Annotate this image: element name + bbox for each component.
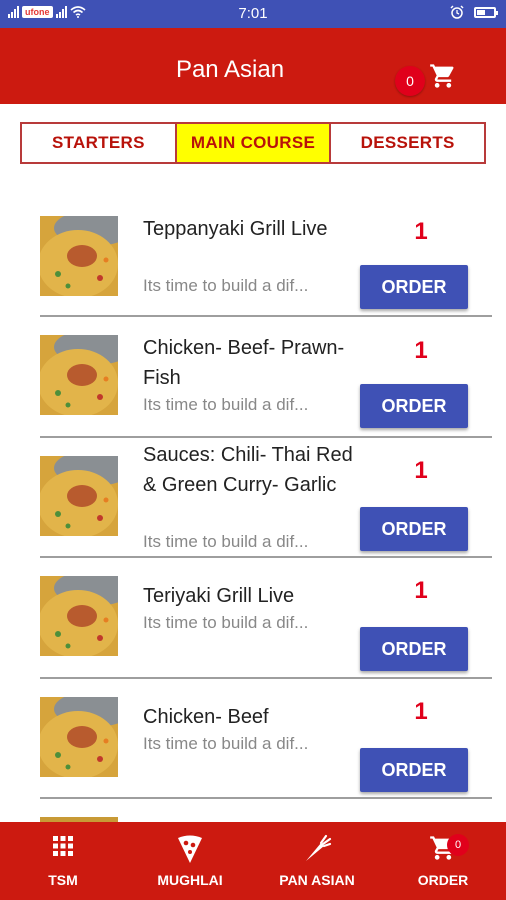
item-quantity: 1 <box>414 698 428 725</box>
cart-count-badge: 0 <box>395 66 425 96</box>
list-item: Teriyaki Grill Live Its time to build a … <box>40 558 492 679</box>
order-button[interactable]: ORDER <box>360 265 468 309</box>
food-image <box>40 216 118 296</box>
app-bar: Pan Asian 0 <box>0 28 506 104</box>
list-item: Teppanyaki Grill Live Its time to build … <box>40 198 492 317</box>
food-thumbnail <box>40 697 118 777</box>
alarm-icon <box>450 5 464 19</box>
list-item: Chicken- Beef- Prawn- Fish Its time to b… <box>40 317 492 438</box>
cart-button[interactable] <box>428 62 462 92</box>
item-name: Chicken- Beef <box>143 706 269 728</box>
list-item: Chicken- Beef Its time to build a dif...… <box>40 679 492 799</box>
list-item: Sauces: Chili- Thai Red & Green Curry- G… <box>40 438 492 558</box>
bottom-navigation: TSM MUGHLAI PAN ASIAN 0 ORDER <box>0 822 506 900</box>
cart-icon <box>380 834 506 866</box>
item-name: Chicken- Beef- Prawn- Fish <box>143 337 345 389</box>
food-image <box>40 456 118 536</box>
food-image <box>40 576 118 656</box>
order-button[interactable]: ORDER <box>360 384 468 428</box>
order-button[interactable]: ORDER <box>360 507 468 551</box>
order-count-badge: 0 <box>447 834 469 856</box>
nav-label: MUGHLAI <box>157 872 223 888</box>
food-thumbnail <box>40 456 118 536</box>
item-description: Its time to build a dif... <box>143 734 309 753</box>
item-description: Its time to build a dif... <box>143 613 309 632</box>
grid-icon <box>0 834 126 866</box>
tab-desserts[interactable]: DESSERTS <box>331 124 484 162</box>
item-quantity: 1 <box>414 457 428 484</box>
tab-starters[interactable]: STARTERS <box>22 124 177 162</box>
item-description: Its time to build a dif... <box>143 395 309 414</box>
battery-icon <box>474 6 498 18</box>
nav-label: ORDER <box>417 872 469 888</box>
menu-list: Teppanyaki Grill Live Its time to build … <box>40 198 492 829</box>
food-image <box>40 335 118 415</box>
item-name: Teriyaki Grill Live <box>143 585 295 607</box>
page-title: Pan Asian <box>175 56 285 83</box>
item-name: Sauces: Chili- Thai Red & Green Curry- G… <box>143 444 353 496</box>
item-quantity: 1 <box>414 218 428 245</box>
pizza-icon <box>127 834 253 866</box>
food-thumbnail <box>40 216 118 296</box>
nav-label: TSM <box>48 872 78 888</box>
cart-icon <box>430 64 454 88</box>
category-tabs: STARTERS MAIN COURSE DESSERTS <box>20 122 486 164</box>
order-button[interactable]: ORDER <box>360 748 468 792</box>
order-button[interactable]: ORDER <box>360 627 468 671</box>
nav-order[interactable]: 0 ORDER <box>380 822 506 900</box>
item-description: Its time to build a dif... <box>143 276 309 295</box>
status-bar: ufone 7:01 <box>0 0 506 28</box>
food-image <box>40 697 118 777</box>
tab-main-course[interactable]: MAIN COURSE <box>176 124 332 162</box>
food-thumbnail <box>40 576 118 656</box>
item-description: Its time to build a dif... <box>143 532 309 551</box>
item-name: Teppanyaki Grill Live <box>143 218 328 240</box>
clock: 7:01 <box>238 5 268 22</box>
carrot-icon <box>254 834 380 866</box>
food-thumbnail <box>40 335 118 415</box>
item-quantity: 1 <box>414 337 428 364</box>
item-quantity: 1 <box>414 577 428 604</box>
nav-pan-asian[interactable]: PAN ASIAN <box>254 822 380 900</box>
nav-tsm[interactable]: TSM <box>0 822 126 900</box>
nav-label: PAN ASIAN <box>279 872 355 888</box>
nav-mughlai[interactable]: MUGHLAI <box>127 822 253 900</box>
status-icons <box>450 5 498 19</box>
